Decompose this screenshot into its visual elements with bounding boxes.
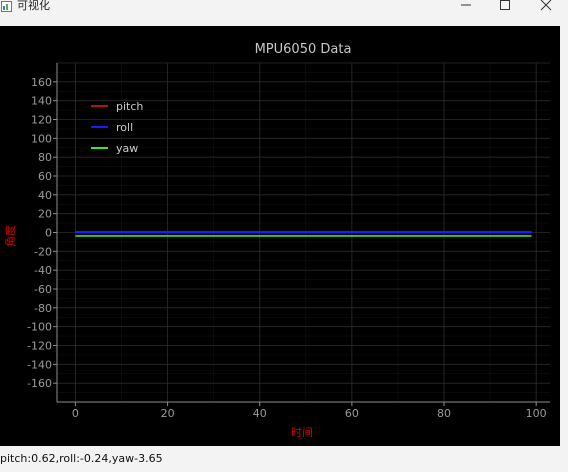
y-tick-label: 100 (31, 132, 52, 145)
status-readout: pitch:0.62,roll:-0.24,yaw-3.65 (0, 452, 163, 465)
y-tick-label: 80 (38, 151, 52, 164)
y-axis-label: 角度 (3, 225, 17, 247)
x-tick-label: 40 (253, 407, 267, 420)
y-tick-label: -140 (27, 358, 52, 371)
y-tick-label: -40 (34, 264, 52, 277)
y-tick-label: 60 (38, 170, 52, 183)
chart-view[interactable]: 160 140 120 100 80 60 40 20 0 -20 -40 -60 -80 -100 -12… (0, 26, 560, 446)
x-tick-label: 100 (526, 407, 547, 420)
x-tick-label: 20 (161, 407, 175, 420)
app-icon (1, 1, 12, 12)
close-icon (540, 0, 552, 11)
y-tick-label: -80 (34, 302, 52, 315)
legend: pitch roll yaw (91, 100, 143, 155)
y-tick-label: -160 (27, 377, 52, 390)
x-tick-label: 0 (72, 407, 79, 420)
x-tick-label: 80 (437, 407, 451, 420)
close-button[interactable] (524, 0, 568, 14)
mpu6050-chart: 160 140 120 100 80 60 40 20 0 -20 -40 -60 -80 -100 -12… (3, 42, 550, 439)
series-lines (75, 231, 532, 237)
y-tick-label: 40 (38, 189, 52, 202)
yaw-legend-label: yaw (116, 142, 138, 155)
chart-title: MPU6050 Data (255, 42, 352, 57)
y-tick-label: -120 (27, 340, 52, 353)
minimize-button[interactable] (444, 0, 488, 14)
y-tick-label: 140 (31, 95, 52, 108)
y-tick-label: 20 (38, 208, 52, 221)
x-axis-label: 时间 (291, 426, 313, 439)
window-titlebar: 可视化 (0, 0, 568, 14)
x-tick-label: 60 (345, 407, 359, 420)
y-tick-label: -100 (27, 321, 52, 334)
roll-legend-label: roll (116, 121, 133, 134)
window-title: 可视化 (17, 0, 50, 12)
y-tick-label: 0 (45, 227, 52, 240)
y-tick-label: -20 (34, 245, 52, 258)
maximize-icon (500, 0, 510, 10)
maximize-button[interactable] (483, 0, 527, 14)
y-tick-label: 160 (31, 76, 52, 89)
y-tick-label: -60 (34, 283, 52, 296)
pitch-legend-label: pitch (116, 100, 143, 113)
y-tick-label: 120 (31, 114, 52, 127)
axes: 160 140 120 100 80 60 40 20 0 -20 -40 -60 -80 -100 -12… (27, 63, 550, 420)
minimize-icon (461, 4, 471, 6)
